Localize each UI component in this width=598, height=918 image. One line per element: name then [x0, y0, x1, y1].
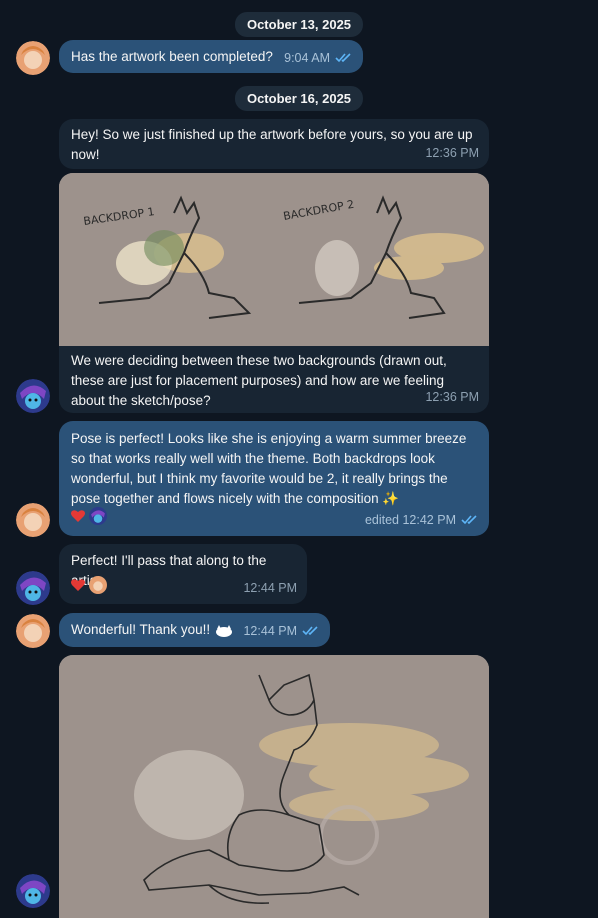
message-bubble[interactable]: Has the artwork been completed? 9:04 AM	[59, 40, 363, 73]
user-avatar[interactable]	[16, 614, 50, 648]
message-time: edited 12:42 PM	[364, 513, 456, 527]
contact-avatar[interactable]	[16, 379, 50, 413]
reactions[interactable]	[69, 507, 107, 525]
user-avatar[interactable]	[16, 41, 50, 75]
read-checks-icon	[461, 515, 477, 525]
message-time: 12:36 PM	[425, 390, 479, 404]
date-divider: October 13, 2025	[234, 12, 364, 37]
message-time: 12:44 PM	[243, 581, 297, 595]
sketch-image[interactable]: BACKDROP 1 BACKDROP 2	[59, 173, 489, 346]
read-checks-icon	[335, 53, 351, 63]
reactor-avatar	[89, 576, 107, 594]
reactions[interactable]	[69, 576, 107, 594]
message-bubble[interactable]: Hey! So we just finished up the artwork …	[59, 119, 489, 169]
message-text: Pose is perfect! Looks like she is enjoy…	[71, 431, 467, 506]
heart-reaction-icon[interactable]	[69, 507, 87, 525]
message-bubble[interactable]: Wonderful! Thank you!! 12:44 PM	[59, 613, 330, 647]
heart-reaction-icon[interactable]	[69, 576, 87, 594]
message-bubble[interactable]: Perfect! I'll pass that along to the art…	[59, 544, 307, 604]
message-time: 12:44 PM	[243, 624, 297, 638]
date-divider: October 16, 2025	[234, 86, 364, 111]
message-time: 9:04 AM	[284, 51, 330, 65]
message-bubble[interactable]: Pose is perfect! Looks like she is enjoy…	[59, 421, 489, 536]
contact-avatar[interactable]	[16, 874, 50, 908]
contact-avatar[interactable]	[16, 571, 50, 605]
user-avatar[interactable]	[16, 503, 50, 537]
read-checks-icon	[302, 626, 318, 636]
message-bubble-with-image[interactable]: BACKDROP 1 BACKDROP 2 We were deciding b…	[59, 173, 489, 413]
sketch-image[interactable]	[59, 655, 489, 918]
reactor-avatar	[89, 507, 107, 525]
message-text: Wonderful! Thank you!!	[71, 622, 211, 637]
cat-sticker-icon	[216, 625, 233, 637]
message-time: 12:36 PM	[425, 146, 479, 160]
